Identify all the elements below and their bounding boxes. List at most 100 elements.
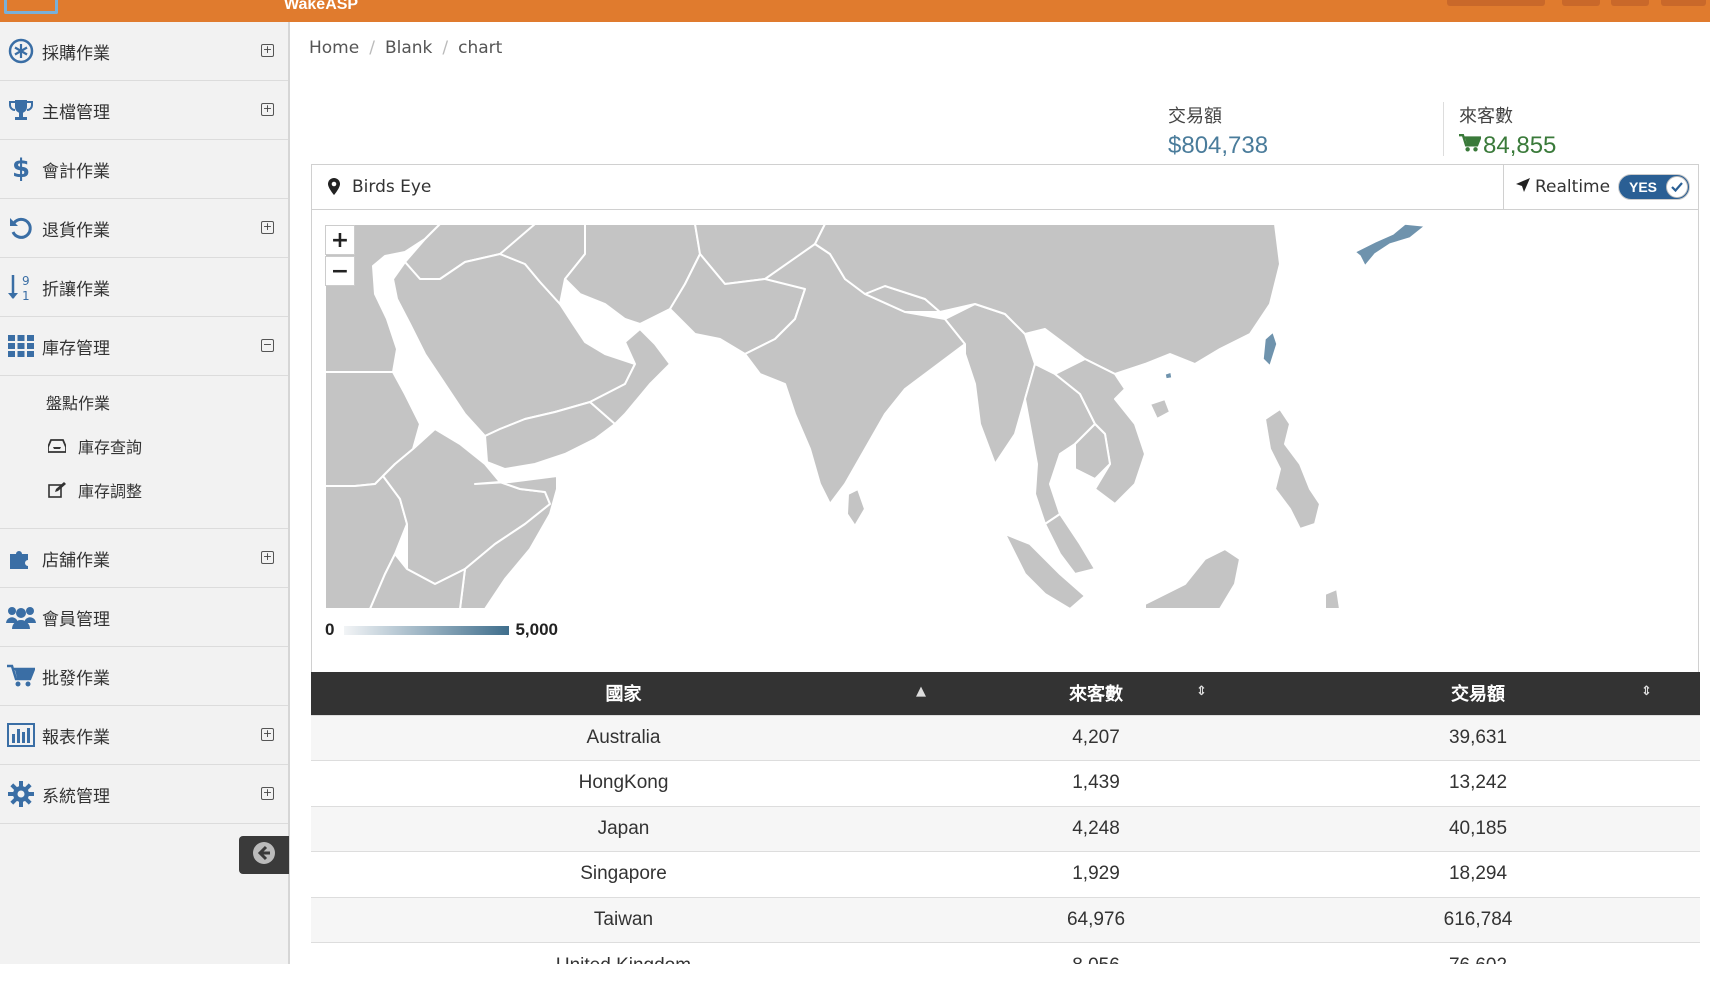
topbar-user-button[interactable]	[1447, 0, 1545, 6]
cart-icon	[1459, 132, 1482, 160]
breadcrumb-current: chart	[458, 38, 503, 58]
sidebar-item-master-data[interactable]: 主檔管理 +	[0, 81, 288, 140]
sort-icon: ⇕	[1641, 684, 1652, 699]
trophy-icon	[0, 98, 42, 122]
cell-country: Australia	[311, 714, 936, 761]
cell-revenue: 18,294	[1256, 851, 1700, 897]
cell-country: Taiwan	[311, 896, 936, 943]
column-header-label: 來客數	[1069, 684, 1123, 706]
sidebar-item-label: 採購作業	[42, 43, 110, 64]
cell-revenue: 616,784	[1256, 896, 1700, 943]
cell-visitors: 4,248	[936, 805, 1256, 852]
inventory-submenu: 盤點作業 庫存查詢 庫存調整	[0, 376, 288, 529]
grid-icon	[0, 335, 42, 357]
sidebar-subitem-label: 盤點作業	[46, 394, 111, 413]
map-pin-icon	[328, 178, 340, 199]
edit-icon	[48, 482, 78, 498]
arrow-left-circle-icon	[252, 841, 276, 869]
map-panel: Birds Eye Realtime YES + − 0 5,000	[311, 164, 1699, 674]
cell-revenue: 39,631	[1256, 714, 1700, 761]
sidebar-item-wholesale[interactable]: 批發作業	[0, 647, 288, 706]
sidebar-item-accounting[interactable]: $ 會計作業	[0, 140, 288, 199]
sidebar-item-label: 批發作業	[42, 668, 110, 689]
expand-icon[interactable]: +	[261, 221, 274, 234]
country-table: 國家 ▲ 來客數 ⇕ 交易額 ⇕ Australia 4,207 39,631	[311, 672, 1700, 964]
cell-visitors: 64,976	[936, 896, 1256, 943]
cell-country: United Kingdom	[311, 942, 936, 964]
submenu-item-stocktake[interactable]: 盤點作業	[0, 380, 288, 424]
submenu-item-inventory-adjust[interactable]: 庫存調整	[0, 468, 288, 512]
undo-icon	[0, 215, 42, 241]
map-legend: 0 5,000	[325, 620, 558, 640]
sidebar-item-reports[interactable]: 報表作業 +	[0, 706, 288, 765]
top-bar: WakeASP	[0, 0, 1710, 22]
realtime-toggle[interactable]: YES	[1618, 174, 1690, 200]
sidebar-item-label: 系統管理	[42, 786, 110, 807]
cell-visitors: 8,056	[936, 942, 1256, 964]
table-row[interactable]: United Kingdom 8,056 76,602	[311, 942, 1700, 964]
sort-asc-icon: ▲	[916, 684, 926, 699]
region-sulawesi	[1324, 588, 1341, 609]
sidebar-item-discounts[interactable]: 91 折讓作業	[0, 258, 288, 317]
legend-min: 0	[325, 620, 335, 639]
revenue-label: 交易額	[1168, 106, 1222, 127]
column-header-label: 交易額	[1451, 684, 1505, 706]
sidebar-collapse-button[interactable]	[239, 836, 289, 874]
puzzle-icon	[0, 546, 42, 570]
inbox-icon	[48, 439, 78, 453]
sidebar-item-purchasing[interactable]: 採購作業 +	[0, 22, 288, 81]
zoom-out-button[interactable]: −	[325, 256, 355, 286]
table-row[interactable]: Australia 4,207 39,631	[311, 714, 1700, 761]
column-header-label: 國家	[605, 684, 642, 706]
topbar-button-3[interactable]	[1661, 0, 1706, 6]
sidebar-item-returns[interactable]: 退貨作業 +	[0, 199, 288, 258]
sort-numeric-icon: 91	[0, 272, 42, 302]
gear-icon	[0, 781, 42, 807]
zoom-in-button[interactable]: +	[325, 225, 355, 255]
panel-header: Birds Eye Realtime YES	[312, 165, 1698, 210]
topbar-button-2[interactable]	[1611, 0, 1649, 6]
check-icon	[1666, 176, 1688, 198]
realtime-control: Realtime YES	[1503, 165, 1698, 209]
sidebar-item-system[interactable]: 系統管理 +	[0, 765, 288, 824]
revenue-value: $804,738	[1168, 132, 1269, 159]
table-row[interactable]: Japan 4,248 40,185	[311, 805, 1700, 852]
legend-max: 5,000	[515, 620, 559, 639]
realtime-label: Realtime	[1535, 177, 1611, 197]
sidebar-subitem-label: 庫存調整	[78, 482, 143, 501]
region-hongkong	[1164, 371, 1173, 380]
sort-icon: ⇕	[1196, 684, 1207, 699]
logo[interactable]	[4, 0, 58, 14]
column-header-country[interactable]: 國家 ▲	[311, 672, 936, 715]
sidebar-item-stores[interactable]: 店舖作業 +	[0, 529, 288, 588]
submenu-item-inventory-query[interactable]: 庫存查詢	[0, 424, 288, 468]
expand-icon[interactable]: +	[261, 44, 274, 57]
sidebar-item-label: 會員管理	[42, 609, 110, 630]
svg-text:9: 9	[22, 274, 30, 288]
breadcrumb-blank[interactable]: Blank	[385, 38, 432, 58]
breadcrumb-home[interactable]: Home	[309, 38, 359, 58]
collapse-icon[interactable]: −	[261, 339, 274, 352]
page-bottom	[0, 964, 1710, 982]
cell-revenue: 76,602	[1256, 942, 1700, 964]
topbar-button-1[interactable]	[1562, 0, 1600, 6]
expand-icon[interactable]: +	[261, 103, 274, 116]
column-header-visitors[interactable]: 來客數 ⇕	[936, 672, 1256, 715]
table-row[interactable]: Singapore 1,929 18,294	[311, 851, 1700, 897]
cell-revenue: 40,185	[1256, 805, 1700, 852]
region-sri-lanka	[846, 488, 866, 527]
sidebar-item-members[interactable]: 會員管理	[0, 588, 288, 647]
expand-icon[interactable]: +	[261, 728, 274, 741]
region-malaysia	[1044, 513, 1096, 575]
revenue-stat: 交易額 $804,738	[1168, 102, 1268, 160]
column-header-revenue[interactable]: 交易額 ⇕	[1256, 672, 1700, 715]
cell-visitors: 1,439	[936, 760, 1256, 806]
table-row[interactable]: Taiwan 64,976 616,784	[311, 896, 1700, 943]
expand-icon[interactable]: +	[261, 551, 274, 564]
snowflake-circle-icon	[0, 38, 42, 64]
choropleth-map[interactable]	[325, 224, 1435, 609]
expand-icon[interactable]: +	[261, 787, 274, 800]
table-row[interactable]: HongKong 1,439 13,242	[311, 760, 1700, 806]
toggle-text: YES	[1629, 179, 1658, 195]
sidebar-item-inventory[interactable]: 庫存管理 −	[0, 317, 288, 376]
